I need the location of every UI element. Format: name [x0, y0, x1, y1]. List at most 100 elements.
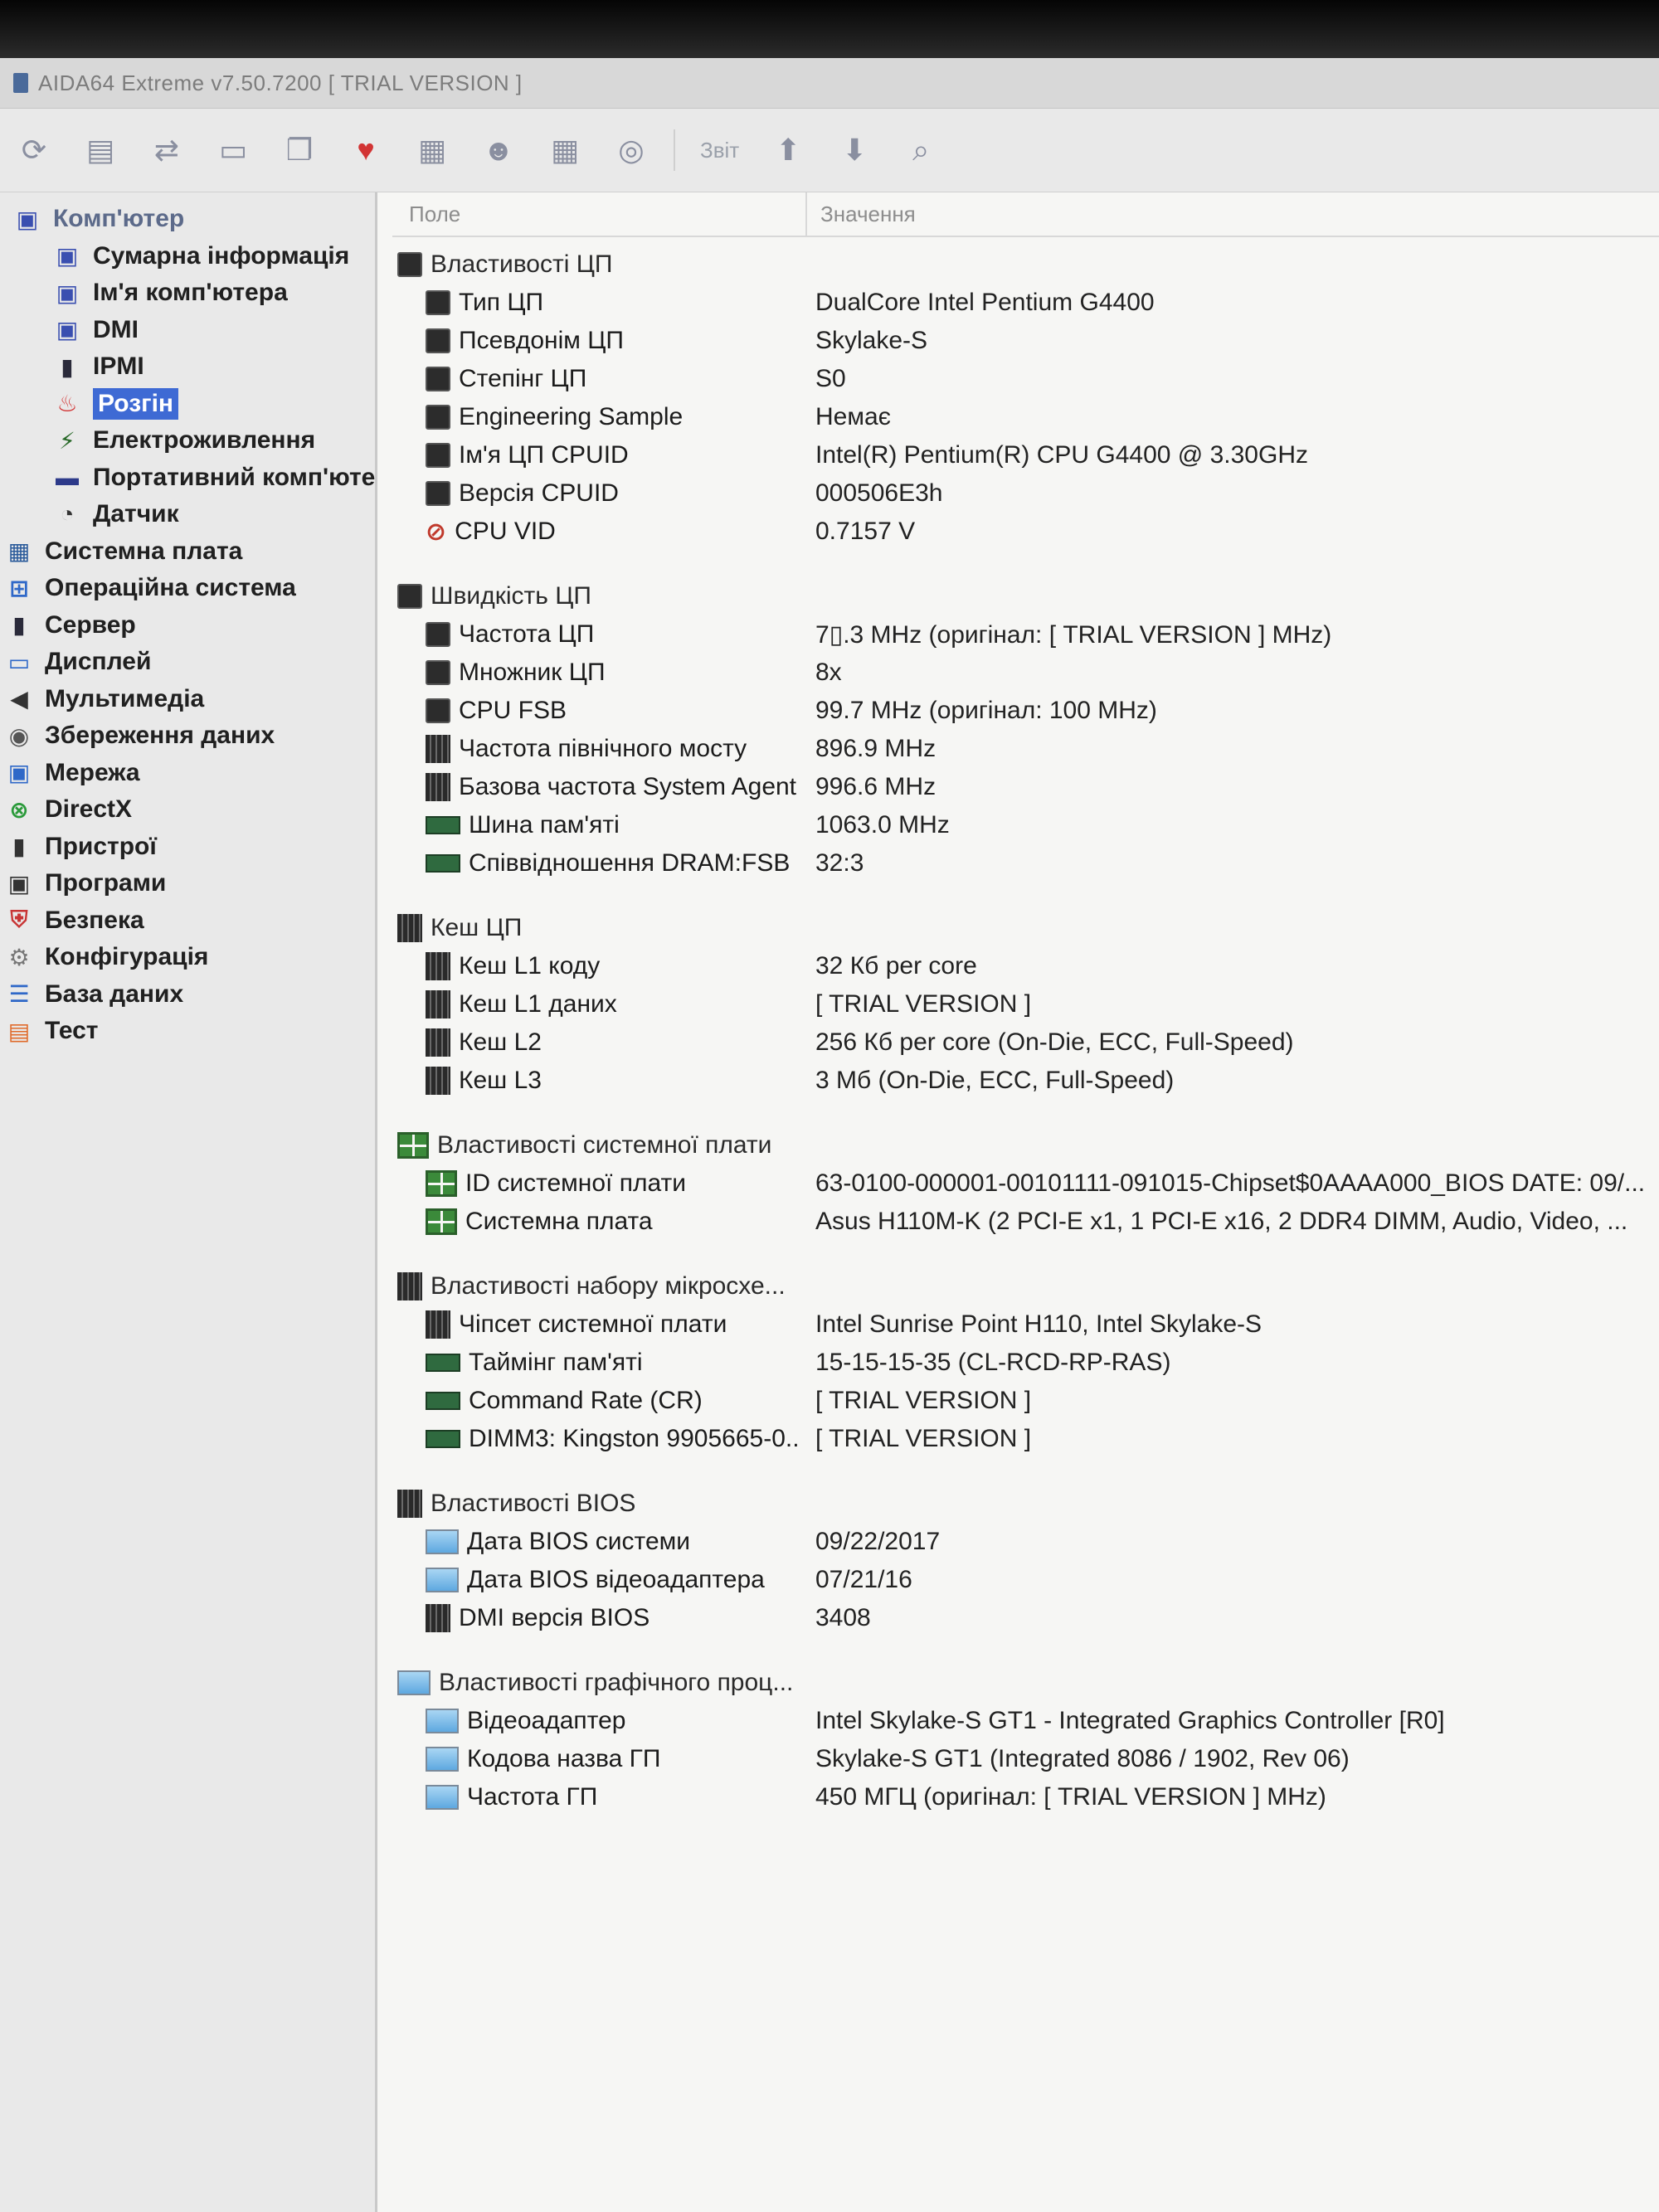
report-button[interactable]: Звіт	[693, 138, 746, 163]
property-row[interactable]: Частота ГП 450 МГЦ (оригінал: [ TRIAL VER…	[392, 1778, 1659, 1816]
property-row[interactable]: Псевдонім ЦП Skylake-S	[392, 322, 1659, 360]
sidebar-item-gauge[interactable]: ◔ Датчик	[0, 496, 375, 533]
property-row[interactable]: Кеш L3 3 Мб (On-Die, ECC, Full-Speed)	[392, 1062, 1659, 1100]
favorites-icon[interactable]: ◎	[607, 126, 655, 174]
property-row[interactable]: Співвідношення DRAM:FSB 32:3	[392, 844, 1659, 882]
property-row[interactable]: Кеш L2 256 Кб per core (On-Die, ECC, Full…	[392, 1023, 1659, 1062]
property-row[interactable]: ⊘ CPU VID 0.7157 V	[392, 513, 1659, 551]
property-group: Властивості BIOS Дата BIOS системи 09/22/2…	[392, 1485, 1659, 1637]
sidebar-item-database[interactable]: ☰ База даних	[0, 976, 375, 1014]
sidebar-item-windows[interactable]: ⊞ Операційна система	[0, 570, 375, 607]
aida64-window: AIDA64 Extreme v7.50.7200 [ TRIAL VERSIO…	[0, 58, 1659, 2212]
property-field: Співвідношення DRAM:FSB	[392, 849, 800, 878]
property-value: 09/22/2017	[815, 1528, 941, 1555]
sidebar-item-network[interactable]: ▣ Мережа	[0, 755, 375, 792]
sidebar-item-power[interactable]: ⚡ Електроживлення	[0, 422, 375, 459]
group-header[interactable]: Властивості системної плати	[392, 1126, 1659, 1164]
property-row[interactable]: Дата BIOS відеоадаптера 07/21/16	[392, 1561, 1659, 1599]
sidebar-tree[interactable]: ▣ Комп'ютер ▣ Сумарна інформація ▣ Ім'я комп'…	[0, 192, 377, 2212]
grid-icon[interactable]: ▦	[541, 126, 589, 174]
property-row[interactable]: Кеш L1 коду 32 Кб per core	[392, 947, 1659, 985]
property-row[interactable]: Кеш L1 даних [ TRIAL VERSION ]	[392, 985, 1659, 1023]
sidebar-item-flame[interactable]: ♨ Розгін	[0, 386, 375, 423]
property-row[interactable]: Кодова назва ГП Skylake-S GT1 (Integrated…	[392, 1740, 1659, 1778]
property-row[interactable]: Частота північного мосту 896.9 MHz	[392, 730, 1659, 768]
sidebar-item-computer[interactable]: ▣ Ім'я комп'ютера	[0, 275, 375, 312]
sidebar-item-server[interactable]: ▮ IPMI	[0, 348, 375, 386]
group-header[interactable]: Кеш ЦП	[392, 909, 1659, 947]
sidebar-item-speaker[interactable]: ◀ Мультимедіа	[0, 681, 375, 718]
property-row[interactable]: Множник ЦП 8x	[392, 654, 1659, 692]
column-value-header[interactable]: Значення	[807, 202, 916, 227]
property-row[interactable]: Степінг ЦП S0	[392, 360, 1659, 398]
property-row[interactable]: ID системної плати 63-0100-000001-0010111…	[392, 1164, 1659, 1203]
sidebar-item-label: Сумарна інформація	[93, 241, 350, 270]
property-field-label: Дата BIOS відеоадаптера	[467, 1566, 765, 1593]
group-title: Властивості BIOS	[431, 1490, 636, 1517]
sidebar-item-laptop[interactable]: ▬ Портативний комп'юте	[0, 459, 375, 497]
group-header[interactable]: Властивості графічного проц...	[392, 1664, 1659, 1702]
property-field: Псевдонім ЦП	[392, 327, 800, 355]
sidebar-item-xbox[interactable]: ⊗ DirectX	[0, 791, 375, 829]
property-row[interactable]: DIMM3: Kingston 9905665-0... [ TRIAL VERS…	[392, 1420, 1659, 1458]
sidebar-item-label: Системна плата	[45, 537, 243, 565]
group-header[interactable]: Швидкість ЦП	[392, 577, 1659, 615]
sidebar-item-computer[interactable]: ▣ Сумарна інформація	[0, 238, 375, 275]
sidebar-item-programs[interactable]: ▣ Програми	[0, 865, 375, 902]
property-row[interactable]: Таймінг пам'яті 15-15-15-35 (CL-RCD-RP-RA…	[392, 1344, 1659, 1382]
motherboard-icon: ▦	[7, 538, 31, 565]
property-row[interactable]: Частота ЦП 7▯.3 MHz (оригінал: [ TRIAL VE…	[392, 615, 1659, 654]
property-row[interactable]: DMI версія BIOS 3408	[392, 1599, 1659, 1637]
property-row[interactable]: Системна плата Asus H110M-K (2 PCI-E x1, …	[392, 1203, 1659, 1241]
group-header[interactable]: Властивості набору мікросхе...	[392, 1267, 1659, 1305]
sidebar-item-computer[interactable]: ▣ Комп'ютер	[0, 201, 375, 238]
screen-icon[interactable]: ▭	[209, 126, 257, 174]
benchmark-icon[interactable]: ▦	[408, 126, 456, 174]
property-value: 450 МГЦ (оригінал: [ TRIAL VERSION ] MHz…	[815, 1783, 1326, 1811]
chipset-icon	[397, 1272, 422, 1300]
display-icon	[426, 1568, 459, 1592]
property-row[interactable]: Базова частота System Agent 996.6 MHz	[392, 768, 1659, 806]
sidebar-item-monitor[interactable]: ▭ Дисплей	[0, 644, 375, 681]
sidebar-item-server[interactable]: ▮ Сервер	[0, 607, 375, 644]
property-row[interactable]: Engineering Sample Немає	[392, 398, 1659, 436]
sidebar-item-test[interactable]: ▤ Тест	[0, 1013, 375, 1050]
heart-icon[interactable]: ♥	[342, 126, 390, 174]
property-row[interactable]: CPU FSB 99.7 MHz (оригінал: 100 MHz)	[392, 692, 1659, 730]
sidebar-item-computer[interactable]: ▣ DMI	[0, 312, 375, 349]
property-row[interactable]: Тип ЦП DualCore Intel Pentium G4400	[392, 284, 1659, 322]
property-field-label: Відеоадаптер	[467, 1707, 626, 1734]
property-value: DualCore Intel Pentium G4400	[815, 289, 1155, 316]
property-field-label: Тип ЦП	[459, 289, 544, 316]
sidebar-item-disk[interactable]: ◉ Збереження даних	[0, 717, 375, 755]
sidebar-item-motherboard[interactable]: ▦ Системна плата	[0, 533, 375, 571]
column-field-header[interactable]: Поле	[392, 192, 807, 236]
up-arrow-icon[interactable]: ⬆	[764, 126, 812, 174]
display-icon	[426, 1785, 459, 1810]
report-icon[interactable]: ▤	[76, 126, 124, 174]
sidebar-item-label: Збереження даних	[45, 722, 275, 750]
down-arrow-icon[interactable]: ⬇	[830, 126, 878, 174]
sidebar-item-devices[interactable]: ▮ Пристрої	[0, 829, 375, 866]
property-row[interactable]: Шина пам'яті 1063.0 MHz	[392, 806, 1659, 844]
property-row[interactable]: Command Rate (CR) [ TRIAL VERSION ]	[392, 1382, 1659, 1420]
group-header[interactable]: Властивості ЦП	[392, 246, 1659, 284]
search-icon[interactable]: ⌕	[897, 126, 945, 174]
property-field: CPU FSB	[392, 697, 800, 725]
property-row[interactable]: Відеоадаптер Intel Skylake-S GT1 - Integr…	[392, 1702, 1659, 1740]
property-row[interactable]: Дата BIOS системи 09/22/2017	[392, 1523, 1659, 1561]
memory-icon	[426, 1392, 460, 1410]
property-value: Intel Skylake-S GT1 - Integrated Graphic…	[815, 1707, 1445, 1734]
server-icon: ▮	[12, 612, 26, 639]
sidebar-item-config[interactable]: ⚙ Конфігурація	[0, 939, 375, 976]
network-icon[interactable]: ⇄	[143, 126, 191, 174]
users-icon[interactable]: ☻	[474, 126, 523, 174]
group-header[interactable]: Властивості BIOS	[392, 1485, 1659, 1523]
sidebar-item-shield[interactable]: ⛨ Безпека	[0, 902, 375, 940]
copy-icon[interactable]: ❐	[275, 126, 324, 174]
property-row[interactable]: Чіпсет системної плати Intel Sunrise Poin…	[392, 1305, 1659, 1344]
cpu-icon	[426, 660, 450, 685]
refresh-icon[interactable]: ⟳	[10, 126, 58, 174]
property-row[interactable]: Ім'я ЦП CPUID Intel(R) Pentium(R) CPU G44…	[392, 436, 1659, 474]
property-row[interactable]: Версія CPUID 000506E3h	[392, 474, 1659, 513]
